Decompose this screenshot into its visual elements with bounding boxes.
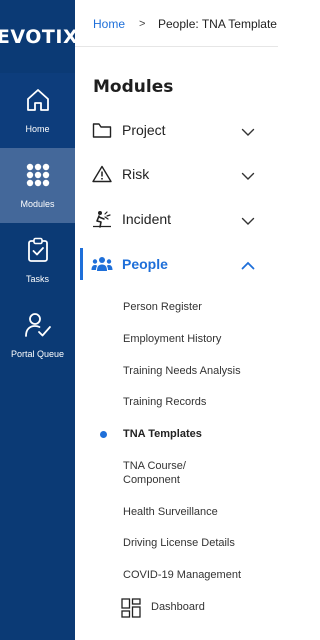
module-incident[interactable]: Incident (75, 199, 278, 239)
breadcrumb-home-link[interactable]: Home (93, 17, 125, 31)
submenu-item-employment-history[interactable]: Employment History (123, 332, 273, 346)
module-label: Risk (122, 166, 150, 182)
grid-dots-icon (25, 162, 51, 193)
rail-label-tasks: Tasks (25, 274, 49, 284)
rail-item-portal-queue[interactable]: Portal Queue (0, 298, 75, 373)
active-indicator (80, 248, 83, 280)
incident-icon (91, 209, 113, 229)
dashboard-link[interactable]: Dashboard (121, 597, 271, 619)
chevron-up-icon[interactable] (241, 258, 255, 270)
brand-logo-area[interactable]: EVOTIX (0, 0, 79, 73)
breadcrumb: Home > People: TNA Template (75, 0, 278, 47)
breadcrumb-separator-icon: > (139, 18, 146, 30)
brand-logo: EVOTIX (0, 25, 79, 48)
warning-icon (91, 164, 113, 184)
rail-item-tasks[interactable]: Tasks (0, 223, 75, 298)
submenu-item-tna-course-component[interactable]: TNA Course/ Component (123, 459, 223, 487)
rail-item-home[interactable]: Home (0, 73, 75, 148)
chevron-down-icon[interactable] (241, 124, 255, 136)
submenu-item-training-records[interactable]: Training Records (123, 395, 273, 409)
module-label: Incident (122, 211, 172, 227)
submenu-item-training-needs-analysis[interactable]: Training Needs Analysis (123, 364, 273, 378)
selected-dot-icon (100, 431, 107, 438)
rail-label-home: Home (25, 124, 50, 134)
panel-title: Modules (93, 77, 174, 97)
clipboard-check-icon (26, 237, 50, 268)
chevron-down-icon[interactable] (241, 213, 255, 225)
breadcrumb-current: People: TNA Template (158, 17, 277, 31)
submenu-item-tna-templates[interactable]: TNA Templates (123, 427, 273, 441)
rail-label-modules: Modules (20, 199, 55, 209)
folder-icon (91, 120, 113, 140)
module-risk[interactable]: Risk (75, 154, 278, 194)
submenu-item-driving-license-details[interactable]: Driving License Details (123, 536, 273, 550)
submenu-item-person-register[interactable]: Person Register (123, 300, 273, 314)
people-icon (91, 254, 113, 274)
module-label: People (122, 256, 168, 272)
home-icon (25, 87, 51, 118)
user-check-icon (24, 312, 52, 343)
module-project[interactable]: Project (75, 110, 278, 150)
dashboard-icon (121, 598, 141, 618)
module-label: Project (122, 122, 166, 138)
submenu-item-health-surveillance[interactable]: Health Surveillance (123, 505, 273, 519)
side-rail: EVOTIX Home Modules Tasks Portal Queue (0, 0, 79, 640)
dashboard-label: Dashboard (151, 601, 205, 613)
modules-panel: Modules Project Risk Incident People Per… (75, 48, 278, 640)
rail-label-portal-queue: Portal Queue (10, 349, 65, 359)
submenu-item-covid-19-management[interactable]: COVID-19 Management (123, 568, 273, 582)
rail-item-modules[interactable]: Modules (0, 148, 75, 223)
chevron-down-icon[interactable] (241, 168, 255, 180)
module-people[interactable]: People (75, 244, 278, 284)
